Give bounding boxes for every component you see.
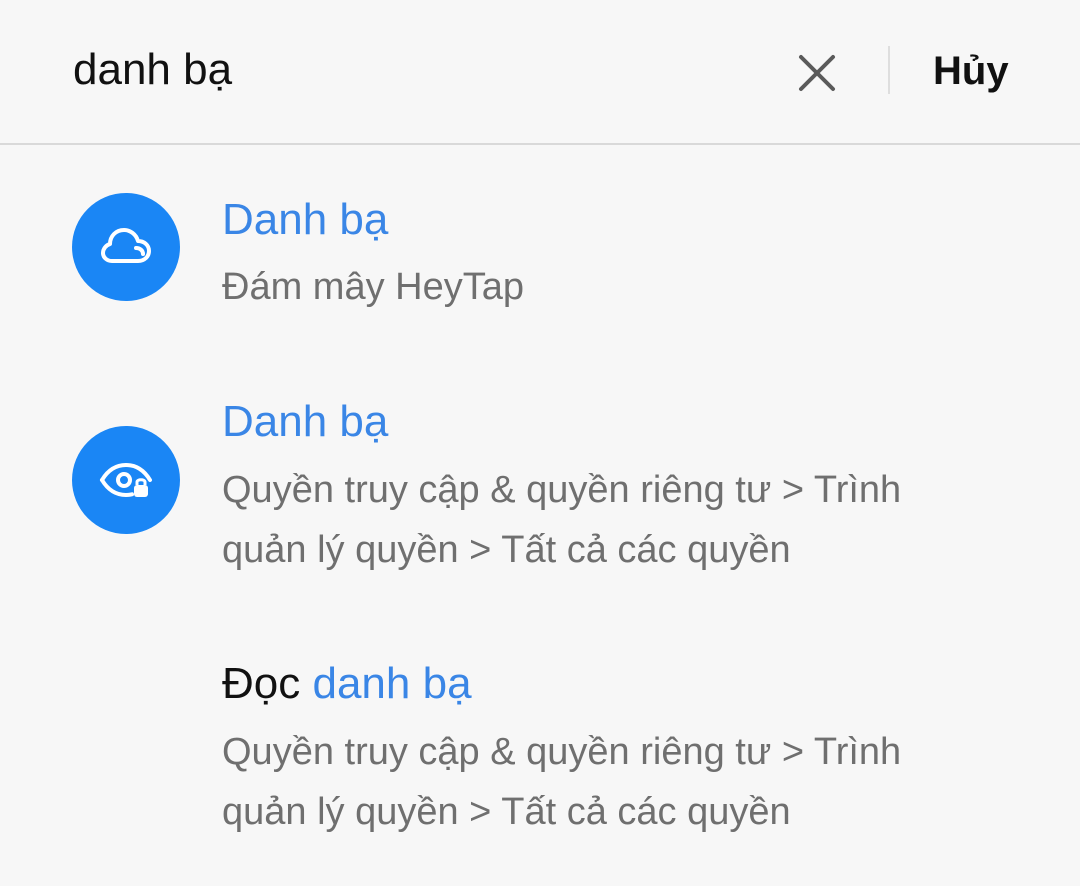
search-divider	[888, 46, 890, 94]
result-subtitle: Đám mây HeyTap	[222, 266, 524, 308]
search-bar: danh bạ Hủy	[0, 0, 1080, 145]
result-title: Danh bạ	[222, 397, 389, 446]
search-input[interactable]: danh bạ	[73, 44, 232, 96]
result-title-prefix: Đọc	[222, 659, 313, 708]
result-title: Đọc danh bạ	[222, 658, 472, 710]
close-icon	[799, 55, 835, 91]
result-title-highlight: danh bạ	[312, 659, 472, 708]
result-subtitle: Quyền truy cập & quyền riêng tư > Trình …	[222, 731, 902, 833]
result-icon-badge	[72, 426, 180, 534]
search-result-item[interactable]: Đọc danh bạ Quyền truy cập & quyền riêng…	[0, 648, 1080, 868]
search-result-item[interactable]: Danh bạ Quyền truy cập & quyền riêng tư …	[0, 384, 1080, 604]
result-subtitle: Quyền truy cập & quyền riêng tư > Trình …	[222, 469, 902, 571]
clear-search-button[interactable]	[790, 46, 844, 100]
cancel-button[interactable]: Hủy	[933, 46, 1009, 96]
search-result-item[interactable]: Danh bạ Đám mây HeyTap	[0, 180, 1080, 350]
result-icon-badge	[72, 193, 180, 301]
result-title: Danh bạ	[222, 195, 389, 244]
cloud-icon	[101, 228, 151, 263]
privacy-eye-lock-icon	[100, 462, 152, 498]
